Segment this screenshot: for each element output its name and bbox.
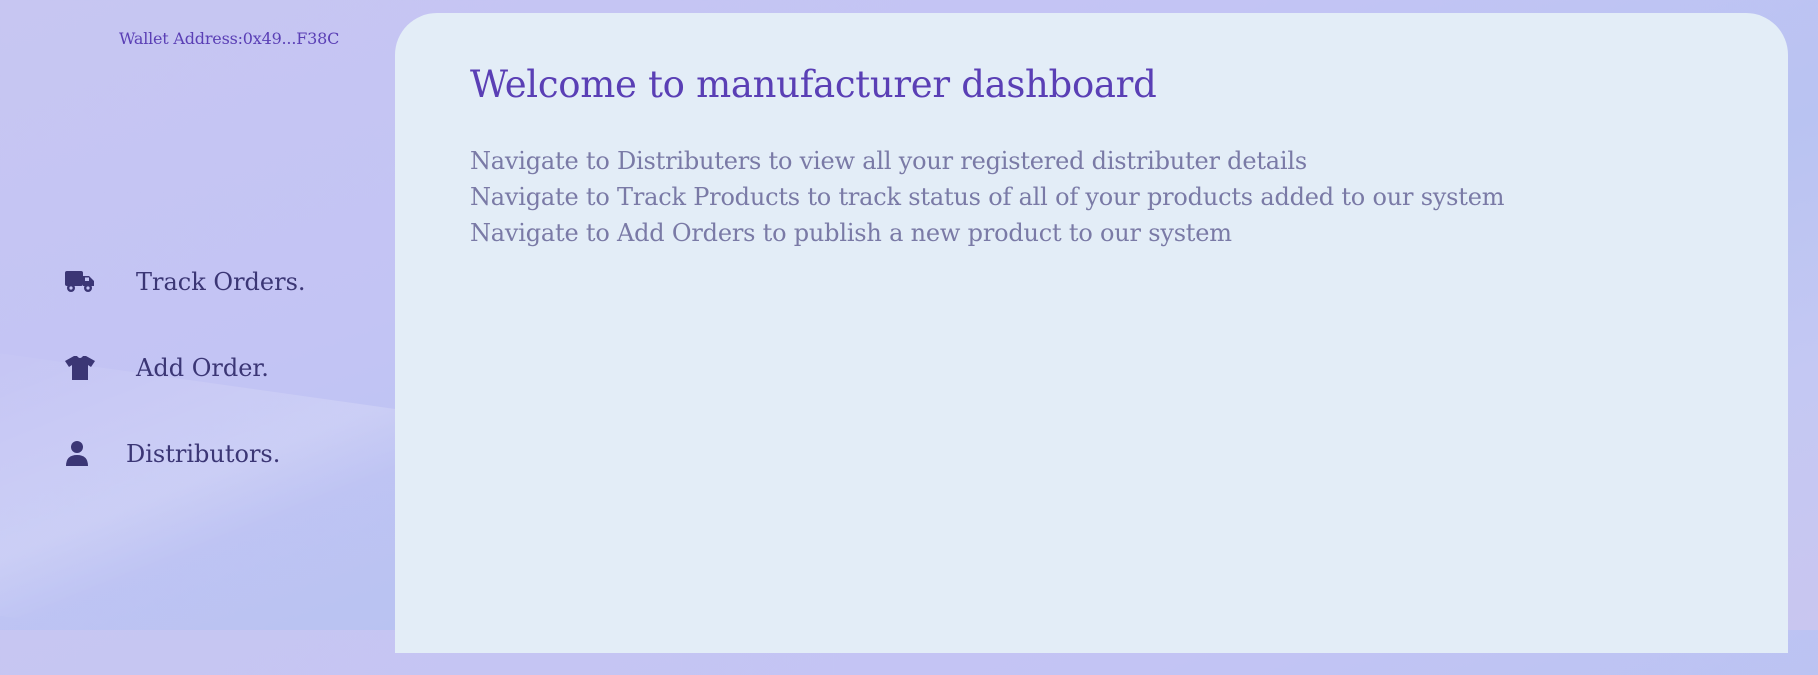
instruction-line-distributers: Navigate to Distributers to view all you… xyxy=(470,147,1307,175)
instruction-line-add-orders: Navigate to Add Orders to publish a new … xyxy=(470,219,1232,247)
sidebar-item-label: Track Orders. xyxy=(136,268,306,296)
tshirt-icon xyxy=(64,354,98,382)
wallet-address: Wallet Address:0x49...F38C xyxy=(119,29,340,48)
truck-icon xyxy=(64,268,98,296)
sidebar-item-add-order[interactable]: Add Order. xyxy=(64,354,269,382)
sidebar: Wallet Address:0x49...F38C Track Orders.… xyxy=(0,0,395,630)
sidebar-item-distributors[interactable]: Distributors. xyxy=(64,440,280,468)
page-title: Welcome to manufacturer dashboard xyxy=(470,63,1157,106)
main-panel: Welcome to manufacturer dashboard Naviga… xyxy=(395,13,1788,653)
sidebar-item-label: Add Order. xyxy=(136,354,269,382)
sidebar-item-track-orders[interactable]: Track Orders. xyxy=(64,268,306,296)
instruction-line-track-products: Navigate to Track Products to track stat… xyxy=(470,183,1505,211)
sidebar-item-label: Distributors. xyxy=(126,440,281,468)
user-icon xyxy=(64,440,98,468)
instructions: Navigate to Distributers to view all you… xyxy=(470,143,1504,251)
